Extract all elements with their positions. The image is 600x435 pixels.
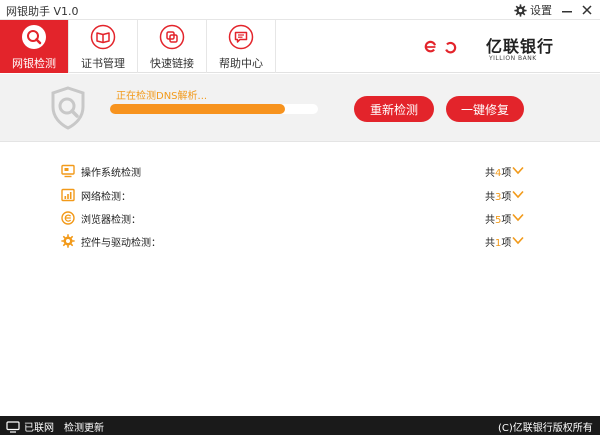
- check-count: 共5项: [485, 215, 512, 226]
- check-count: 共4项: [485, 168, 512, 179]
- recheck-button[interactable]: 重新检测: [354, 96, 434, 122]
- check-item-controls-drivers[interactable]: 控件与驱动检测： 共1项: [61, 233, 525, 249]
- book-icon: [90, 24, 116, 50]
- bar-chart-icon: [61, 188, 75, 202]
- app-title: 网银助手 V1.0: [6, 5, 79, 18]
- settings-label: 设置: [530, 4, 552, 17]
- minimize-button[interactable]: [559, 2, 575, 18]
- check-item-browser[interactable]: 浏览器检测： 共5项: [61, 210, 525, 226]
- gear-icon: [514, 3, 527, 17]
- monitor-icon: [61, 164, 75, 178]
- gear-icon: [61, 234, 75, 248]
- settings-button[interactable]: 设置: [514, 2, 552, 18]
- status-text: 正在检测DNS解析...: [116, 91, 208, 102]
- chevron-down-icon[interactable]: [512, 236, 524, 245]
- status-bar: 已联网 检测更新 (C)亿联银行版权所有: [0, 416, 600, 435]
- check-count: 共3项: [485, 192, 512, 203]
- chevron-down-icon[interactable]: [512, 166, 524, 175]
- check-label: 控件与驱动检测：: [81, 238, 161, 249]
- tab-label: 网银检测: [12, 57, 56, 70]
- status-panel: 正在检测DNS解析... 重新检测 一键修复: [0, 74, 600, 142]
- progress-fill: [110, 104, 285, 114]
- check-count: 共1项: [485, 238, 512, 249]
- check-label: 操作系统检测: [81, 168, 141, 179]
- chat-icon: [228, 24, 254, 50]
- bank-logo-icon: [424, 40, 457, 54]
- tab-quick-links[interactable]: 快速链接: [138, 20, 206, 73]
- check-update-link[interactable]: 检测更新: [64, 419, 104, 434]
- network-status-label: 已联网: [24, 423, 54, 434]
- check-label: 浏览器检测：: [81, 215, 141, 226]
- copyright-text: (C)亿联银行版权所有: [498, 423, 593, 434]
- check-label: 网络检测：: [81, 192, 131, 203]
- minimize-icon: [562, 11, 572, 13]
- tab-label: 证书管理: [81, 57, 125, 70]
- tab-certificate[interactable]: 证书管理: [69, 20, 137, 73]
- link-icon: [159, 24, 185, 50]
- bank-name: 亿联银行: [486, 37, 555, 56]
- network-status: 已联网: [6, 419, 54, 434]
- tab-label: 帮助中心: [219, 57, 263, 70]
- tab-divider: [275, 20, 276, 73]
- bank-name-en: YILLION BANK: [489, 55, 537, 62]
- progress-bar: [110, 104, 318, 114]
- check-item-network[interactable]: 网络检测： 共3项: [61, 187, 525, 203]
- title-bar: 网银助手 V1.0 设置: [0, 0, 600, 20]
- close-button[interactable]: [579, 2, 595, 18]
- check-item-os[interactable]: 操作系统检测 共4项: [61, 163, 525, 179]
- tab-bank-check[interactable]: 网银检测: [0, 20, 68, 73]
- tab-label: 快速链接: [150, 57, 194, 70]
- tab-help-center[interactable]: 帮助中心: [207, 20, 275, 73]
- close-icon: [582, 5, 592, 15]
- monitor-icon: [6, 420, 20, 433]
- browser-icon: [61, 211, 75, 225]
- chevron-down-icon[interactable]: [512, 190, 524, 199]
- chevron-down-icon[interactable]: [512, 213, 524, 222]
- search-icon: [22, 25, 46, 49]
- one-click-fix-button[interactable]: 一键修复: [446, 96, 524, 122]
- shield-search-icon: [51, 86, 85, 130]
